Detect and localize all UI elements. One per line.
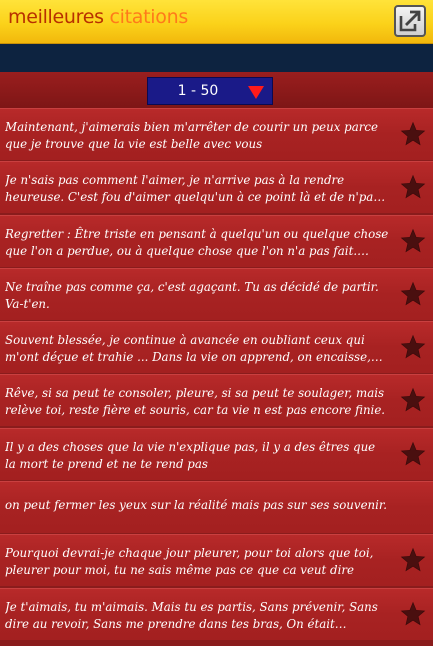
- quote-item[interactable]: Je t'aimais, tu m'aimais. Mais tu es par…: [0, 587, 433, 640]
- quote-item[interactable]: Il y a des choses que la vie n'explique …: [0, 427, 433, 480]
- quote-item[interactable]: Ne traîne pas comme ça, c'est agaçant. T…: [0, 267, 433, 320]
- quote-text: Je t'aimais, tu m'aimais. Mais tu es par…: [5, 599, 378, 631]
- star-icon[interactable]: [400, 441, 426, 467]
- star-icon[interactable]: [400, 387, 426, 413]
- quote-list: Maintenant, j'aimerais bien m'arrêter de…: [0, 108, 433, 641]
- quote-item[interactable]: Souvent blessée, je continue à avancée e…: [0, 321, 433, 374]
- star-icon[interactable]: [400, 174, 426, 200]
- quote-text: Ne traîne pas comme ça, c'est agaçant. T…: [5, 279, 379, 311]
- triangle-down-icon: [248, 86, 264, 99]
- quote-text: on peut fermer les yeux sur la réalité m…: [5, 498, 388, 513]
- star-icon[interactable]: [400, 601, 426, 627]
- star-icon[interactable]: [400, 547, 426, 573]
- pager-area: 1 - 50: [0, 72, 433, 108]
- star-icon[interactable]: [400, 228, 426, 254]
- star-icon[interactable]: [400, 121, 426, 147]
- app-title-part1: meilleures: [8, 6, 104, 28]
- quote-text: Pourquoi devrai-je chaque jour pleurer, …: [5, 546, 374, 578]
- star-icon[interactable]: [400, 281, 426, 307]
- navigation-band: [0, 44, 433, 72]
- quote-text: Maintenant, j'aimerais bien m'arrêter de…: [5, 120, 378, 151]
- app-title-part2: citations: [109, 6, 189, 28]
- page-range-label: 1 - 50: [177, 83, 219, 99]
- quote-text: Je n'sais pas comment l'aimer, je n'arri…: [5, 173, 380, 205]
- quote-text: Il y a des choses que la vie n'explique …: [5, 439, 376, 471]
- quote-text: Regretter : Être triste en pensant à que…: [5, 226, 389, 258]
- star-icon[interactable]: [400, 334, 426, 360]
- quote-item[interactable]: Je n'sais pas comment l'aimer, je n'arri…: [0, 161, 433, 214]
- quote-item[interactable]: Maintenant, j'aimerais bien m'arrêter de…: [0, 108, 433, 160]
- share-button[interactable]: [394, 5, 426, 37]
- share-external-icon: [399, 10, 421, 32]
- page-range-dropdown[interactable]: 1 - 50: [147, 77, 273, 105]
- title-bar: meilleures citations: [0, 0, 433, 44]
- quote-item[interactable]: Pourquoi devrai-je chaque jour pleurer, …: [0, 534, 433, 587]
- quote-item[interactable]: Regretter : Être triste en pensant à que…: [0, 214, 433, 267]
- app-title: meilleures citations: [8, 6, 188, 28]
- quote-text: Rêve, si sa peut te consoler, pleure, si…: [5, 386, 386, 418]
- quote-item[interactable]: Rêve, si sa peut te consoler, pleure, si…: [0, 374, 433, 427]
- quote-text: Souvent blessée, je continue à avancée e…: [5, 333, 371, 365]
- quote-item[interactable]: on peut fermer les yeux sur la réalité m…: [0, 481, 433, 534]
